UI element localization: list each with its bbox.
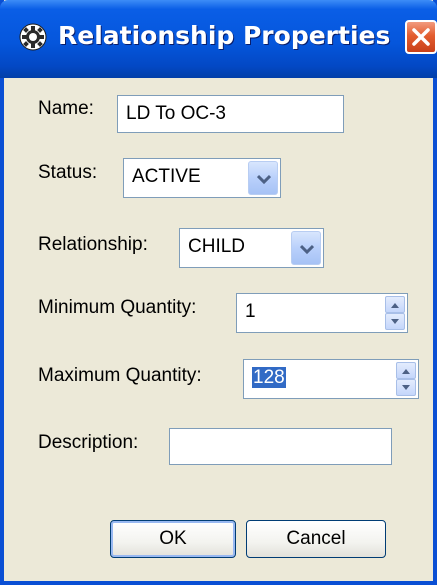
min-quantity-value: 1 <box>245 301 256 322</box>
close-icon <box>412 28 430 46</box>
title-bar[interactable]: Relationship Properties <box>0 0 437 78</box>
min-quantity-spinner[interactable]: 1 <box>236 293 408 333</box>
min-quantity-decrement[interactable] <box>385 313 405 330</box>
chevron-down-icon <box>300 244 314 255</box>
name-value: LD To OC-3 <box>126 103 226 124</box>
name-label: Name: <box>38 98 94 119</box>
status-label: Status: <box>38 162 98 183</box>
arrow-up-icon <box>391 303 399 308</box>
close-button[interactable] <box>405 20 437 54</box>
max-quantity-increment[interactable] <box>396 362 416 379</box>
status-select[interactable]: ACTIVE <box>123 158 281 198</box>
min-quantity-spin-buttons <box>385 296 405 330</box>
cancel-button[interactable]: Cancel <box>246 520 386 558</box>
min-quantity-label: Minimum Quantity: <box>38 297 197 318</box>
relationship-select[interactable]: CHILD <box>179 228 324 268</box>
max-quantity-decrement[interactable] <box>396 379 416 396</box>
max-quantity-spinner[interactable]: 128 <box>243 359 419 399</box>
arrow-down-icon <box>402 385 410 390</box>
chevron-down-icon <box>257 174 271 185</box>
status-dropdown-button[interactable] <box>248 161 278 195</box>
status-value: ACTIVE <box>132 166 201 187</box>
description-label: Description: <box>38 432 139 453</box>
max-quantity-label: Maximum Quantity: <box>38 365 202 386</box>
description-input[interactable] <box>169 428 392 465</box>
min-quantity-increment[interactable] <box>385 296 405 313</box>
name-input[interactable]: LD To OC-3 <box>117 95 344 133</box>
relationship-properties-dialog: Relationship Properties Name: LD To OC-3… <box>0 0 437 585</box>
arrow-up-icon <box>402 369 410 374</box>
relationship-label: Relationship: <box>38 234 148 255</box>
arrow-down-icon <box>391 319 399 324</box>
relationship-value: CHILD <box>188 236 246 257</box>
relationship-dropdown-button[interactable] <box>291 231 321 265</box>
window-title: Relationship Properties <box>58 21 391 50</box>
gear-icon <box>18 22 48 52</box>
ok-button[interactable]: OK <box>110 520 236 558</box>
max-quantity-spin-buttons <box>396 362 416 396</box>
max-quantity-value: 128 <box>252 367 286 388</box>
